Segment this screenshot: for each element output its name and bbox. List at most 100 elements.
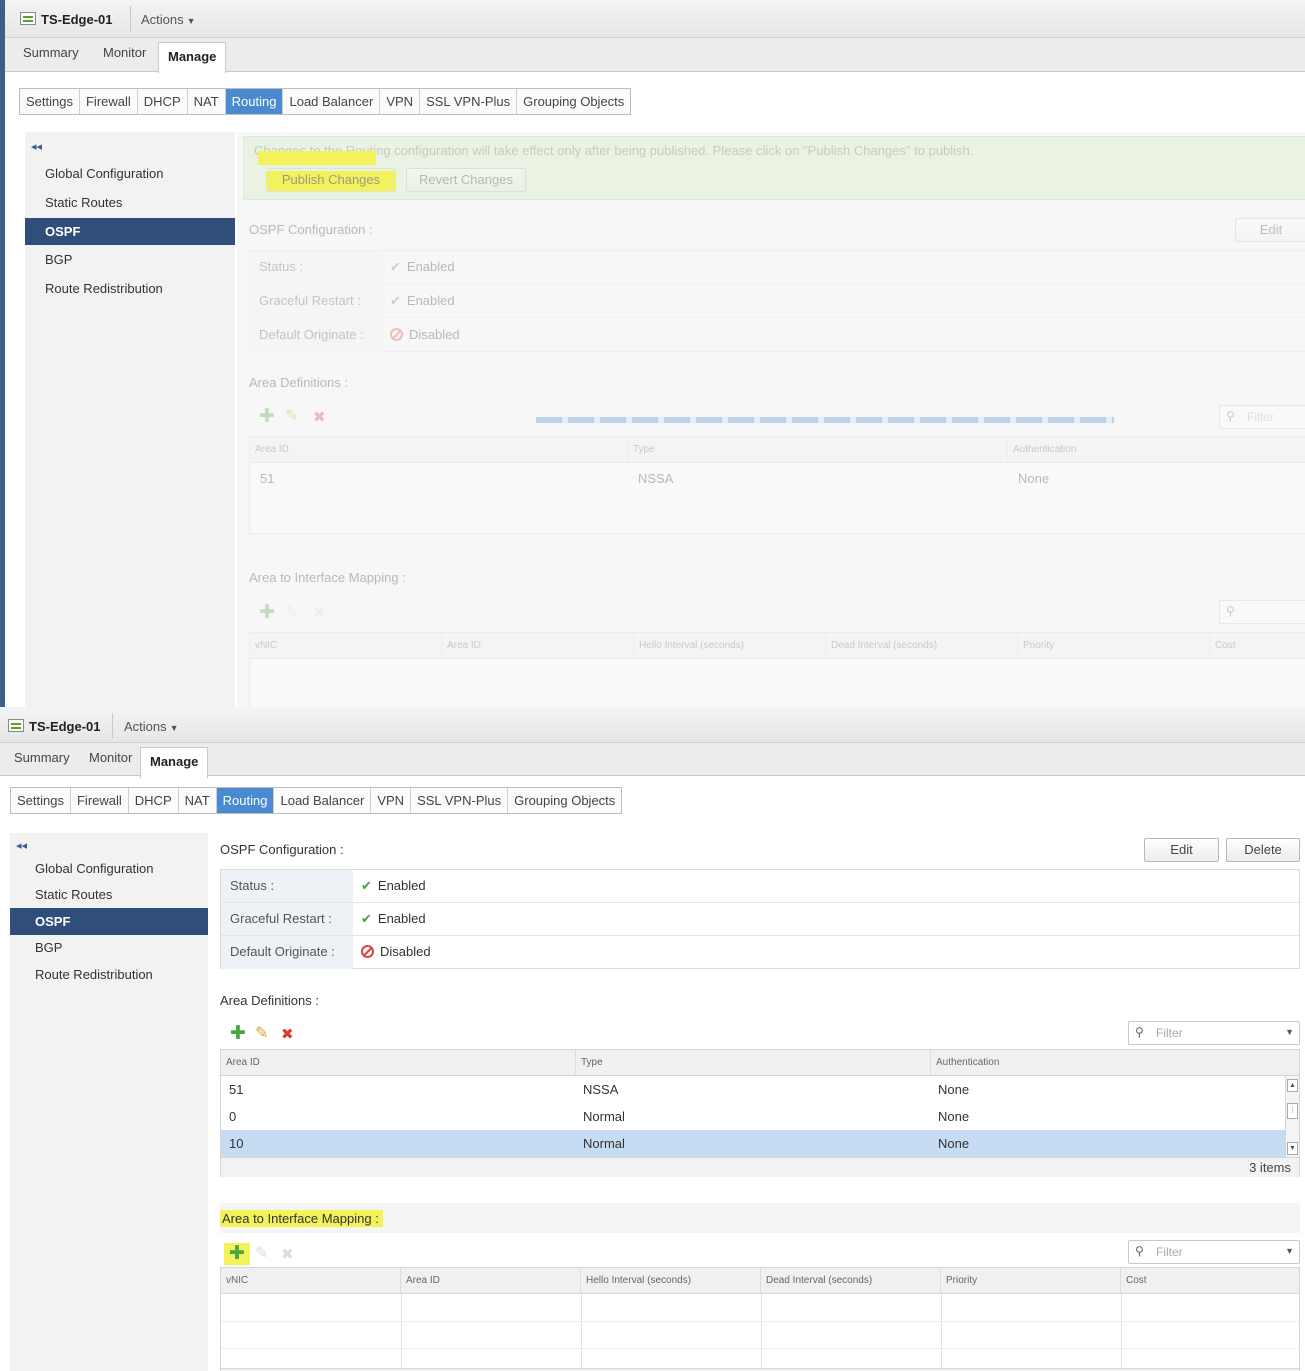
table-row[interactable]: 51 NSSA None: [250, 465, 1305, 492]
x-icon[interactable]: ✖: [281, 1026, 294, 1044]
nav-ospf[interactable]: OSPF: [25, 218, 235, 245]
grid-header: vNIC Area ID Hello Interval (seconds) De…: [221, 1268, 1299, 1294]
pencil-icon[interactable]: ✎: [255, 1025, 268, 1043]
nav-global-configuration[interactable]: Global Configuration: [10, 855, 208, 882]
scroll-down-icon[interactable]: ▼: [1287, 1142, 1298, 1155]
cell-auth: None: [1018, 471, 1050, 486]
col-area-id[interactable]: Area ID: [221, 1050, 576, 1076]
subtab-ssl-vpn-plus[interactable]: SSL VPN-Plus: [411, 788, 509, 813]
subtab-dhcp[interactable]: DHCP: [138, 89, 188, 114]
col-vnic[interactable]: vNIC: [250, 633, 442, 659]
actions-menu[interactable]: Actions ▼: [124, 719, 179, 734]
subtab-load-balancer[interactable]: Load Balancer: [283, 89, 381, 114]
area-filter-input[interactable]: ⚲ Filter ▼: [1128, 1021, 1300, 1045]
table-row[interactable]: 0 Normal None: [221, 1103, 1285, 1130]
revert-changes-button[interactable]: Revert Changes: [406, 168, 526, 192]
loading-progress-bar: [536, 417, 1114, 423]
subtab-settings[interactable]: Settings: [20, 89, 80, 114]
col-area-id[interactable]: Area ID: [250, 437, 628, 463]
prop-value: Disabled: [353, 936, 431, 968]
table-row[interactable]: 51 NSSA None: [221, 1076, 1285, 1103]
table-row-selected[interactable]: 10 Normal None: [221, 1130, 1285, 1157]
col-area-id[interactable]: Area ID: [442, 633, 634, 659]
col-cost[interactable]: Cost: [1121, 1268, 1301, 1294]
collapse-icon[interactable]: ◂◂: [16, 839, 27, 852]
nav-static-routes[interactable]: Static Routes: [25, 189, 235, 216]
chevron-down-icon[interactable]: ▼: [1285, 1027, 1294, 1037]
col-priority[interactable]: Priority: [1018, 633, 1210, 659]
subtab-vpn[interactable]: VPN: [380, 89, 421, 114]
actions-menu[interactable]: Actions ▼: [141, 12, 196, 27]
plus-icon[interactable]: ✚: [230, 1024, 246, 1043]
x-icon[interactable]: ✖: [313, 409, 326, 427]
x-icon: ✖: [281, 1246, 294, 1263]
plus-icon[interactable]: ✚: [229, 1244, 245, 1263]
area-grid-scrollbar[interactable]: ▲ ⋮ ▼: [1285, 1076, 1299, 1158]
subtab-dhcp[interactable]: DHCP: [129, 788, 179, 813]
grid-header: Area ID Type Authentication: [250, 437, 1305, 463]
nav-static-routes[interactable]: Static Routes: [10, 881, 208, 908]
tab-summary[interactable]: Summary: [23, 45, 79, 60]
collapse-icon[interactable]: ◂◂: [31, 140, 42, 153]
col-priority[interactable]: Priority: [941, 1268, 1121, 1294]
col-authentication[interactable]: Authentication: [931, 1050, 1301, 1076]
prop-value-text: Enabled: [377, 878, 426, 893]
tab-manage[interactable]: Manage: [140, 747, 209, 778]
edit-button[interactable]: Edit: [1235, 218, 1305, 242]
subtab-vpn[interactable]: VPN: [371, 788, 412, 813]
pencil-icon[interactable]: ✎: [285, 408, 298, 426]
nav-route-redistribution[interactable]: Route Redistribution: [25, 275, 235, 302]
plus-icon[interactable]: ✚: [259, 407, 275, 426]
subtab-firewall[interactable]: Firewall: [80, 89, 138, 114]
scroll-up-icon[interactable]: ▲: [1287, 1079, 1298, 1092]
nav-bgp[interactable]: BGP: [25, 246, 235, 273]
cell-auth: None: [938, 1136, 970, 1151]
nav-route-redistribution[interactable]: Route Redistribution: [10, 961, 208, 988]
publish-changes-button[interactable]: Publish Changes: [268, 168, 394, 192]
tab-monitor[interactable]: Monitor: [103, 45, 146, 60]
col-cost[interactable]: Cost: [1210, 633, 1305, 659]
subtab-grouping-objects[interactable]: Grouping Objects: [508, 788, 621, 813]
actions-label: Actions: [124, 719, 167, 734]
routing-nav: ◂◂ Global Configuration Static Routes OS…: [25, 132, 235, 707]
col-vnic[interactable]: vNIC: [221, 1268, 401, 1294]
col-hello-interval[interactable]: Hello Interval (seconds): [634, 633, 826, 659]
subtab-firewall[interactable]: Firewall: [71, 788, 129, 813]
subtab-ssl-vpn-plus[interactable]: SSL VPN-Plus: [420, 89, 518, 114]
edit-button[interactable]: Edit: [1144, 838, 1219, 862]
tab-manage[interactable]: Manage: [158, 42, 227, 73]
chevron-down-icon[interactable]: ▼: [1285, 1246, 1294, 1256]
column-divider: [581, 1294, 582, 1368]
subtab-nat[interactable]: NAT: [188, 89, 226, 114]
col-type[interactable]: Type: [628, 437, 1008, 463]
col-hello-interval[interactable]: Hello Interval (seconds): [581, 1268, 761, 1294]
prop-label: Graceful Restart :: [221, 903, 353, 935]
tab-summary[interactable]: Summary: [14, 750, 70, 765]
delete-button[interactable]: Delete: [1226, 838, 1300, 862]
tab-monitor[interactable]: Monitor: [89, 750, 132, 765]
area-filter-input[interactable]: ⚲ Filter: [1219, 405, 1305, 429]
nav-bgp[interactable]: BGP: [10, 934, 208, 961]
prop-label: Default Originate :: [250, 319, 382, 352]
subtab-routing[interactable]: Routing: [216, 788, 275, 813]
subtab-routing[interactable]: Routing: [225, 89, 284, 114]
col-type[interactable]: Type: [576, 1050, 931, 1076]
col-dead-interval[interactable]: Dead Interval (seconds): [761, 1268, 941, 1294]
col-authentication[interactable]: Authentication: [1008, 437, 1305, 463]
subtab-nat[interactable]: NAT: [179, 788, 217, 813]
cell-type: Normal: [583, 1136, 625, 1151]
mapping-filter-input[interactable]: ⚲ Filter ▼: [1128, 1240, 1300, 1264]
mapping-filter-input[interactable]: ⚲: [1219, 600, 1305, 624]
grid-header: Area ID Type Authentication: [221, 1050, 1299, 1076]
scroll-thumb[interactable]: ⋮: [1287, 1103, 1298, 1119]
caret-down-icon: ▼: [186, 16, 196, 26]
nav-ospf[interactable]: OSPF: [10, 908, 208, 935]
col-dead-interval[interactable]: Dead Interval (seconds): [826, 633, 1018, 659]
subtab-load-balancer[interactable]: Load Balancer: [274, 788, 372, 813]
nav-global-configuration[interactable]: Global Configuration: [25, 160, 235, 187]
col-area-id[interactable]: Area ID: [401, 1268, 581, 1294]
subtab-grouping-objects[interactable]: Grouping Objects: [517, 89, 630, 114]
subtab-settings[interactable]: Settings: [11, 788, 71, 813]
plus-icon[interactable]: ✚: [259, 603, 275, 622]
prop-value-text: Disabled: [409, 327, 460, 342]
